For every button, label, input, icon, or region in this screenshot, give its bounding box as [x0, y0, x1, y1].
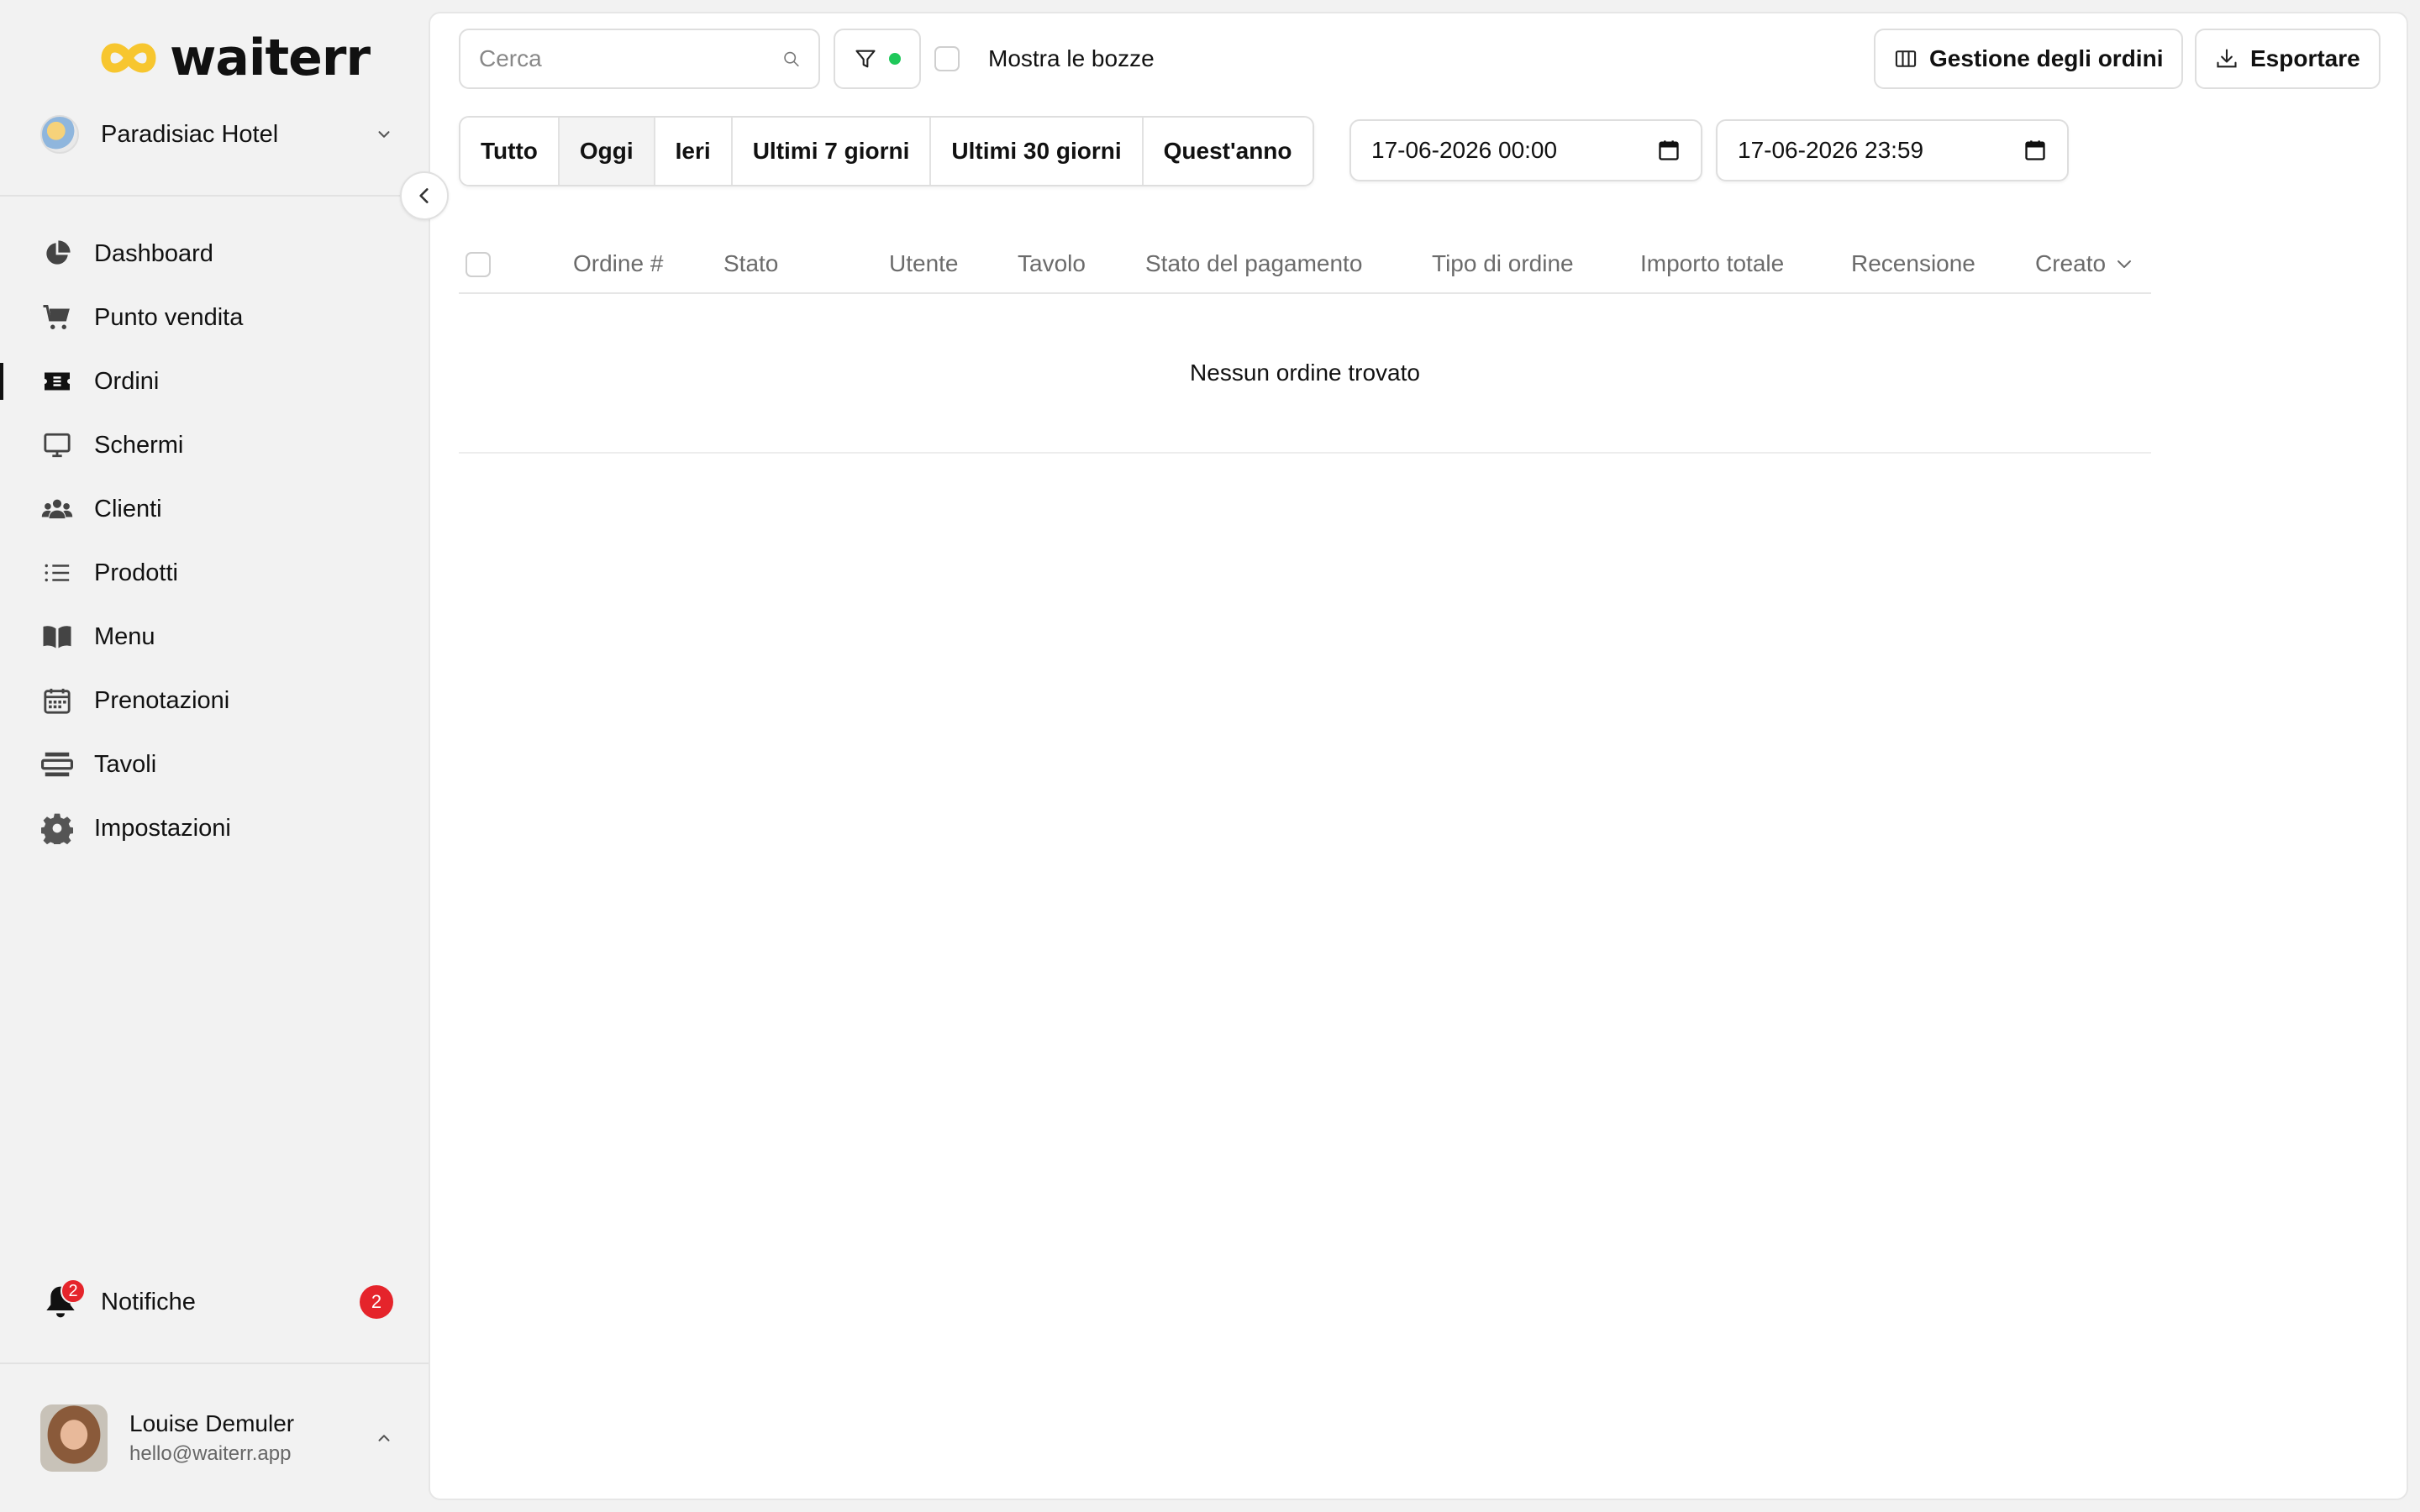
sidebar-item-label: Tavoli: [94, 750, 157, 778]
empty-state: Nessun ordine trovato: [459, 294, 2151, 454]
collapse-sidebar-button[interactable]: [400, 171, 449, 220]
orders-table-header: Ordine # Stato Utente Tavolo Stato del p…: [459, 234, 2151, 294]
user-avatar: [40, 1404, 108, 1472]
export-button[interactable]: Esportare: [2195, 29, 2381, 89]
gear-icon: [40, 811, 74, 845]
calendar-icon: [1659, 140, 1679, 160]
empty-state-message: Nessun ordine trovato: [1190, 360, 1420, 386]
user-name: Louise Demuler: [129, 1410, 295, 1436]
sidebar: waiterr Paradisiac Hotel Dashboard Punto…: [0, 0, 449, 1512]
sidebar-item-tavoli[interactable]: Tavoli: [0, 732, 429, 796]
columns-icon: [1895, 50, 1917, 67]
venue-switcher[interactable]: Paradisiac Hotel: [40, 109, 393, 160]
preset-yesterday[interactable]: Ieri: [655, 118, 733, 185]
notifications-count-badge: 2: [360, 1285, 393, 1319]
venue-avatar: [40, 115, 79, 154]
pie-chart-icon: [40, 237, 74, 270]
user-info: Louise Demuler hello@waiterr.app: [129, 1410, 375, 1466]
sidebar-item-label: Dashboard: [94, 239, 213, 267]
date-to-field[interactable]: 17-06-2026 23:59: [1716, 119, 2069, 181]
preset-this-year[interactable]: Quest'anno: [1143, 118, 1313, 185]
sidebar-item-label: Ordini: [94, 367, 160, 395]
sidebar-item-label: Schermi: [94, 431, 184, 459]
sidebar-item-label: Clienti: [94, 495, 162, 522]
show-drafts-label: Mostra le bozze: [988, 45, 1155, 71]
calendar-icon: [40, 684, 74, 717]
sidebar-item-menu[interactable]: Menu: [0, 605, 429, 669]
sidebar-item-label: Prodotti: [94, 559, 178, 586]
calendar-icon: [2025, 140, 2045, 160]
users-icon: [40, 492, 74, 526]
orders-panel: Mostra le bozze Gestione degli ordini Es…: [429, 12, 2408, 1500]
manage-orders-button[interactable]: Gestione degli ordini: [1874, 29, 2184, 89]
sidebar-divider: [0, 195, 429, 197]
column-order-type[interactable]: Tipo di ordine: [1432, 234, 1574, 294]
chevron-left-icon: [419, 188, 429, 203]
preset-last-7-days[interactable]: Ultimi 7 giorni: [732, 118, 932, 185]
sidebar-divider: [0, 1362, 429, 1364]
ticket-icon: [40, 365, 74, 398]
user-menu[interactable]: Louise Demuler hello@waiterr.app: [40, 1403, 393, 1473]
chevron-up-icon: [378, 1435, 390, 1441]
manage-orders-label: Gestione degli ordini: [1929, 45, 2164, 71]
sort-chevron-down-icon: [2118, 260, 2132, 268]
date-from-field[interactable]: 17-06-2026 00:00: [1349, 119, 1702, 181]
cart-icon: [40, 301, 74, 334]
column-payment-status[interactable]: Stato del pagamento: [1145, 234, 1362, 294]
column-total-amount[interactable]: Importo totale: [1640, 234, 1784, 294]
sidebar-item-prenotazioni[interactable]: Prenotazioni: [0, 669, 429, 732]
sidebar-item-label: Impostazioni: [94, 814, 231, 842]
export-label: Esportare: [2250, 45, 2360, 71]
preset-last-30-days[interactable]: Ultimi 30 giorni: [931, 118, 1144, 185]
preset-today[interactable]: Oggi: [559, 118, 655, 185]
user-email: hello@waiterr.app: [129, 1442, 292, 1465]
sidebar-item-impostazioni[interactable]: Impostazioni: [0, 796, 429, 860]
date-to-value: 17-06-2026 23:59: [1738, 137, 1924, 163]
monitor-icon: [40, 428, 74, 462]
search-icon: [784, 51, 799, 67]
sidebar-item-ordini[interactable]: Ordini: [0, 349, 429, 413]
venue-name: Paradisiac Hotel: [101, 120, 279, 148]
date-from-value: 17-06-2026 00:00: [1371, 137, 1558, 163]
sidebar-item-schermi[interactable]: Schermi: [0, 413, 429, 477]
column-created-label: Creato: [2035, 250, 2107, 276]
table-icon: [40, 748, 74, 781]
download-icon: [2217, 49, 2237, 68]
column-order-number[interactable]: Ordine #: [573, 234, 663, 294]
app-logo[interactable]: waiterr: [99, 29, 371, 87]
notifications-button[interactable]: 2 Notifiche 2: [40, 1277, 393, 1327]
column-user[interactable]: Utente: [889, 234, 959, 294]
preset-all[interactable]: Tutto: [460, 118, 560, 185]
sidebar-item-dashboard[interactable]: Dashboard: [0, 222, 429, 286]
sidebar-nav: Dashboard Punto vendita Ordini Schermi C…: [0, 222, 429, 860]
select-all-checkbox[interactable]: [466, 252, 491, 277]
show-drafts-toggle[interactable]: Mostra le bozze: [934, 29, 1155, 89]
bell-icon: 2: [40, 1278, 86, 1322]
column-review[interactable]: Recensione: [1851, 234, 1975, 294]
column-table[interactable]: Tavolo: [1018, 234, 1086, 294]
show-drafts-checkbox[interactable]: [934, 46, 960, 71]
notifications-label: Notifiche: [101, 1288, 196, 1315]
book-icon: [40, 620, 74, 654]
sidebar-item-punto-vendita[interactable]: Punto vendita: [0, 286, 429, 349]
search-input[interactable]: [479, 45, 782, 72]
sidebar-item-label: Prenotazioni: [94, 686, 230, 714]
column-created[interactable]: Creato: [2035, 234, 2134, 294]
filter-button[interactable]: [834, 29, 921, 89]
filter-icon: [855, 50, 876, 68]
sidebar-item-label: Punto vendita: [94, 303, 244, 331]
notification-dot-badge: 2: [60, 1278, 86, 1304]
sidebar-item-prodotti[interactable]: Prodotti: [0, 541, 429, 605]
chevron-down-icon: [378, 131, 390, 138]
logo-mark-icon: [101, 43, 156, 73]
column-status[interactable]: Stato: [723, 234, 778, 294]
search-box[interactable]: [459, 29, 820, 89]
active-filter-dot: [889, 53, 901, 65]
date-range-presets: Tutto Oggi Ieri Ultimi 7 giorni Ultimi 3…: [459, 116, 1314, 186]
list-icon: [40, 556, 74, 590]
sidebar-item-clienti[interactable]: Clienti: [0, 477, 429, 541]
logo-text: waiterr: [170, 29, 371, 87]
sidebar-item-label: Menu: [94, 622, 155, 650]
